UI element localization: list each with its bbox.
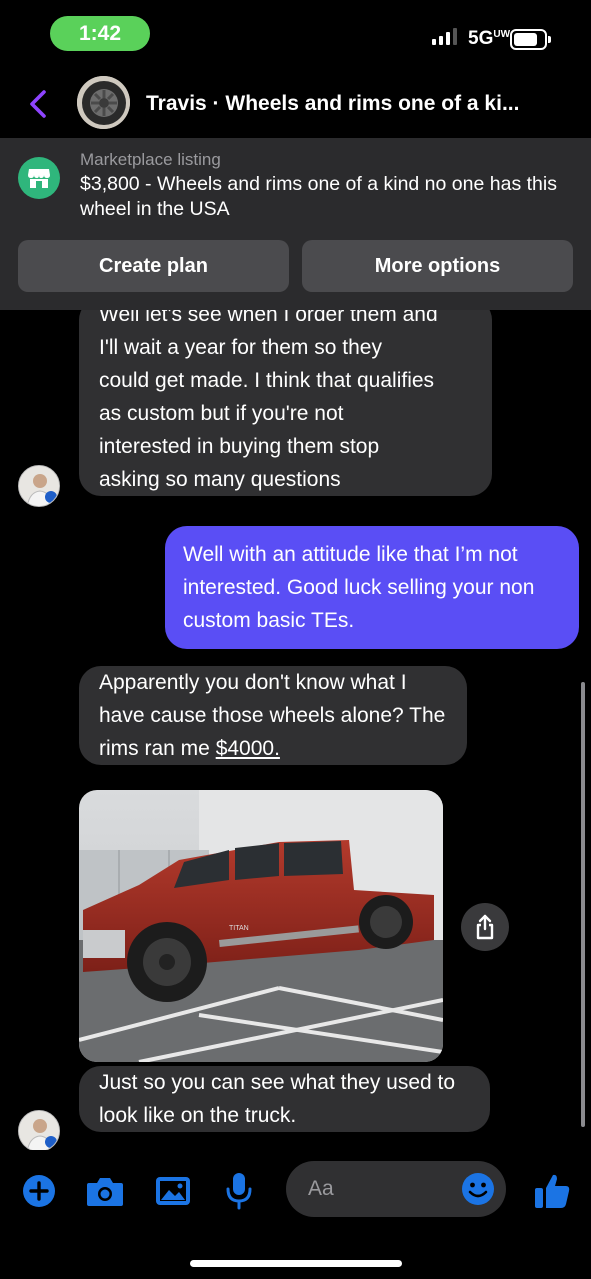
like-button[interactable] xyxy=(531,1170,573,1212)
listing-label: Marketplace listing xyxy=(80,150,221,169)
listing-title[interactable]: $3,800 - Wheels and rims one of a kind n… xyxy=(80,172,570,222)
share-icon xyxy=(476,914,494,940)
message-line: as custom but if you're not xyxy=(99,402,344,425)
message-bubble-sent[interactable]: Well with an attitude like that I’m not … xyxy=(165,526,579,649)
person-avatar-image xyxy=(19,466,59,506)
gallery-button[interactable] xyxy=(152,1170,194,1212)
gallery-icon xyxy=(156,1177,190,1205)
create-plan-button[interactable]: Create plan xyxy=(18,240,289,292)
message-input-box[interactable] xyxy=(286,1161,506,1217)
composer-bar xyxy=(0,1150,591,1230)
chat-scrollbar[interactable] xyxy=(581,682,585,1127)
chevron-left-icon xyxy=(30,90,46,118)
listing-avatar[interactable] xyxy=(77,76,130,129)
network-label: 5GUW xyxy=(468,28,511,49)
message-bubble-received[interactable]: Well let's see when I order them and I'l… xyxy=(79,298,492,496)
microphone-icon xyxy=(226,1173,252,1210)
person-avatar-image xyxy=(19,1111,59,1151)
conversation-title[interactable]: Travis · Wheels and rims one of a ki... xyxy=(146,92,576,116)
cellular-signal-icon xyxy=(432,28,457,45)
message-input[interactable] xyxy=(308,1173,458,1205)
share-button[interactable] xyxy=(461,903,509,951)
message-line: I'll wait a year for them so they xyxy=(99,336,382,359)
plus-button[interactable] xyxy=(18,1170,60,1212)
thumbs-up-icon xyxy=(535,1174,570,1208)
conversation-header: Travis · Wheels and rims one of a ki... xyxy=(0,62,591,138)
plus-icon xyxy=(23,1175,55,1207)
status-time: 1:42 xyxy=(50,16,150,51)
back-button[interactable] xyxy=(22,84,56,124)
wheel-image xyxy=(77,76,130,129)
more-options-button[interactable]: More options xyxy=(302,240,573,292)
battery-icon xyxy=(510,29,551,50)
home-indicator[interactable] xyxy=(190,1260,402,1267)
status-bar: 1:42 5GUW xyxy=(0,0,591,62)
emoji-icon xyxy=(462,1173,494,1205)
message-line: asking so many questions xyxy=(99,468,341,491)
message-line: could get made. I think that qualifies xyxy=(99,369,435,392)
amount-link[interactable]: $4000. xyxy=(216,737,280,760)
truck-image: TITAN xyxy=(79,790,443,1062)
truck-photo[interactable]: TITAN xyxy=(79,790,443,1062)
camera-button[interactable] xyxy=(84,1170,126,1212)
storefront-icon xyxy=(18,157,60,199)
truck-badge-text: TITAN xyxy=(229,925,249,932)
marketplace-listing-panel: Marketplace listing $3,800 - Wheels and … xyxy=(0,138,591,310)
emoji-button[interactable] xyxy=(460,1171,496,1207)
message-bubble-received[interactable]: Just so you can see what they used to lo… xyxy=(79,1066,490,1132)
sender-avatar[interactable] xyxy=(18,465,60,507)
camera-icon xyxy=(87,1178,123,1206)
microphone-button[interactable] xyxy=(218,1170,260,1212)
message-bubble-received[interactable]: Apparently you don't know what I have ca… xyxy=(79,666,467,765)
sender-avatar[interactable] xyxy=(18,1110,60,1152)
message-line: interested in buying them stop xyxy=(99,435,380,458)
